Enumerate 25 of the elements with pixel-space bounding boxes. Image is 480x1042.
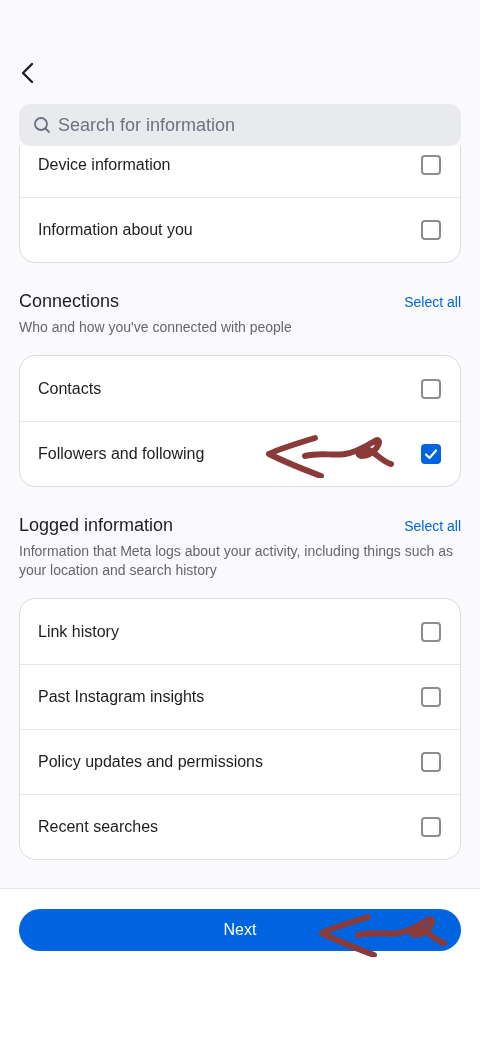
checkbox[interactable] xyxy=(421,220,441,240)
checkbox[interactable] xyxy=(421,378,441,399)
select-all-link[interactable]: Select all xyxy=(404,294,461,310)
section-title: Logged information xyxy=(19,515,174,536)
checkbox[interactable] xyxy=(421,687,441,707)
checkbox[interactable] xyxy=(421,154,441,175)
checkbox[interactable] xyxy=(421,752,441,772)
section-description: Information that Meta logs about your activity, including things such as your location and search history xyxy=(19,542,454,580)
option-label: Link history xyxy=(38,622,120,641)
search-icon xyxy=(33,116,51,134)
option-label: Policy updates and permissions xyxy=(38,753,264,771)
checkbox[interactable] xyxy=(421,444,441,464)
option-label: Past Instagram insights xyxy=(38,688,206,706)
option-label: Recent searches xyxy=(38,818,160,836)
option-label: Contacts xyxy=(38,379,103,398)
option-label: Followers and following xyxy=(38,445,206,463)
option-label: Information about you xyxy=(38,221,194,239)
section-description: Who and how you've connected with people xyxy=(19,318,293,337)
section-title: Connections xyxy=(19,291,120,312)
option-label: Device information xyxy=(38,155,172,174)
search-field[interactable]: Search for information xyxy=(19,104,461,146)
next-button[interactable]: Next xyxy=(19,909,461,951)
checkbox[interactable] xyxy=(421,817,441,837)
select-all-link[interactable]: Select all xyxy=(404,518,461,534)
checkbox[interactable] xyxy=(421,621,441,642)
